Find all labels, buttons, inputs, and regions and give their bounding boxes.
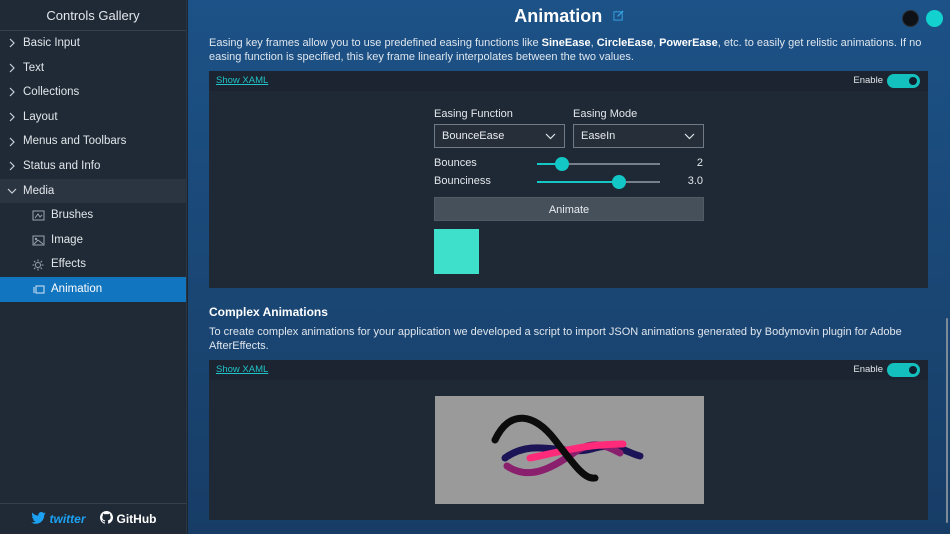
enable-toggle[interactable] — [887, 363, 920, 377]
sidebar-footer: twitter GitHub — [0, 503, 187, 534]
sidebar-item-label: Layout — [23, 110, 58, 123]
nav-list: Basic Input Text Collections Layout Menu… — [0, 31, 186, 302]
chevron-right-icon — [6, 31, 18, 56]
slider-fill — [537, 181, 620, 183]
animate-button[interactable]: Animate — [434, 197, 704, 221]
complex-animations-description: To create complex animations for your ap… — [209, 326, 902, 352]
sidebar-title: Controls Gallery — [0, 0, 186, 31]
image-icon — [32, 228, 45, 253]
chevron-down-icon — [684, 125, 695, 147]
toggle-knob — [909, 366, 917, 374]
bounciness-label: Bounciness — [434, 175, 491, 187]
easing-mode-label: Easing Mode — [573, 108, 638, 120]
theme-dark-button[interactable] — [902, 10, 919, 27]
easing-mode-select[interactable]: EaseIn — [573, 124, 704, 148]
bounces-label: Bounces — [434, 157, 477, 169]
intro-text: Easing key frames allow you to use prede… — [209, 37, 542, 49]
bounciness-value: 3.0 — [687, 175, 703, 187]
sidebar-item-animation[interactable]: Animation — [0, 276, 186, 302]
theme-accent-button[interactable] — [926, 10, 943, 27]
intro-sineease: SineEase — [541, 37, 591, 49]
chevron-right-icon — [6, 154, 18, 179]
scrollbar[interactable] — [946, 318, 948, 523]
chevron-down-icon — [6, 179, 18, 204]
brushes-icon — [32, 203, 45, 228]
main-content: Animation Easing key frames allow you to… — [188, 0, 950, 534]
edit-icon[interactable] — [613, 8, 624, 26]
animation-icon — [32, 277, 45, 302]
sidebar-item-basic-input[interactable]: Basic Input — [0, 31, 186, 56]
complex-animations-title: Complex Animations — [209, 305, 328, 319]
card-toolbar: Show XAML Enable — [209, 71, 928, 91]
easing-function-value: BounceEase — [442, 130, 505, 142]
github-link[interactable]: GitHub — [99, 511, 157, 527]
sidebar-item-layout[interactable]: Layout — [0, 105, 186, 130]
intro-circleease: CircleEase — [596, 37, 653, 49]
enable-toggle[interactable] — [887, 74, 920, 88]
intro-powerease: PowerEase — [659, 37, 718, 49]
lottie-animation-graphic — [491, 414, 644, 482]
chevron-right-icon — [6, 80, 18, 105]
slider-thumb[interactable] — [554, 157, 569, 171]
easing-demo-card: Show XAML Enable Easing Function BounceE… — [209, 71, 928, 288]
sidebar: Controls Gallery Basic Input Text Collec… — [0, 0, 187, 534]
sidebar-item-label: Effects — [51, 258, 86, 271]
easing-function-label: Easing Function — [434, 108, 513, 120]
bounciness-slider[interactable] — [537, 175, 660, 189]
sidebar-item-label: Text — [23, 61, 45, 74]
effects-icon — [32, 252, 44, 277]
enable-label: Enable — [853, 75, 883, 86]
easing-mode-value: EaseIn — [581, 130, 616, 142]
sidebar-item-label: Image — [51, 233, 83, 246]
lottie-animation — [435, 396, 704, 504]
chevron-right-icon — [6, 105, 18, 130]
sidebar-item-collections[interactable]: Collections — [0, 80, 186, 105]
sidebar-item-image[interactable]: Image — [0, 228, 186, 253]
sidebar-item-label: Basic Input — [23, 37, 80, 49]
github-icon — [99, 511, 113, 527]
sidebar-item-label: Status and Info — [23, 159, 101, 172]
enable-label: Enable — [853, 364, 883, 375]
sidebar-item-label: Brushes — [51, 209, 94, 222]
sidebar-item-label: Menus and Toolbars — [23, 135, 127, 148]
toggle-knob — [909, 77, 917, 85]
chevron-down-icon — [545, 125, 556, 147]
sidebar-item-media[interactable]: Media — [0, 178, 186, 204]
sidebar-item-brushes[interactable]: Brushes — [0, 203, 186, 228]
intro-description: Easing key frames allow you to use prede… — [209, 36, 924, 64]
page-title: Animation — [514, 6, 603, 26]
github-label: GitHub — [116, 512, 157, 526]
sidebar-item-label: Media — [23, 184, 55, 197]
show-xaml-link[interactable]: Show XAML — [216, 75, 268, 86]
twitter-link[interactable]: twitter — [30, 511, 86, 527]
sidebar-item-text[interactable]: Text — [0, 56, 186, 81]
sidebar-item-menus-and-toolbars[interactable]: Menus and Toolbars — [0, 129, 186, 154]
card-toolbar: Show XAML Enable — [209, 360, 928, 380]
twitter-icon — [30, 511, 46, 527]
sidebar-item-label: Collections — [23, 86, 80, 99]
animated-square — [434, 229, 479, 274]
bounces-slider[interactable] — [537, 157, 660, 171]
show-xaml-link[interactable]: Show XAML — [216, 364, 268, 375]
page-header: Animation — [188, 6, 950, 32]
chevron-right-icon — [6, 56, 18, 81]
bounces-value: 2 — [696, 157, 703, 169]
twitter-label: twitter — [49, 512, 86, 526]
chevron-right-icon — [6, 129, 18, 154]
sidebar-item-effects[interactable]: Effects — [0, 252, 186, 277]
sidebar-item-status-and-info[interactable]: Status and Info — [0, 154, 186, 179]
lottie-demo-card: Show XAML Enable — [209, 360, 928, 520]
sidebar-item-label: Animation — [51, 282, 103, 295]
easing-function-select[interactable]: BounceEase — [434, 124, 565, 148]
slider-thumb[interactable] — [612, 175, 627, 189]
